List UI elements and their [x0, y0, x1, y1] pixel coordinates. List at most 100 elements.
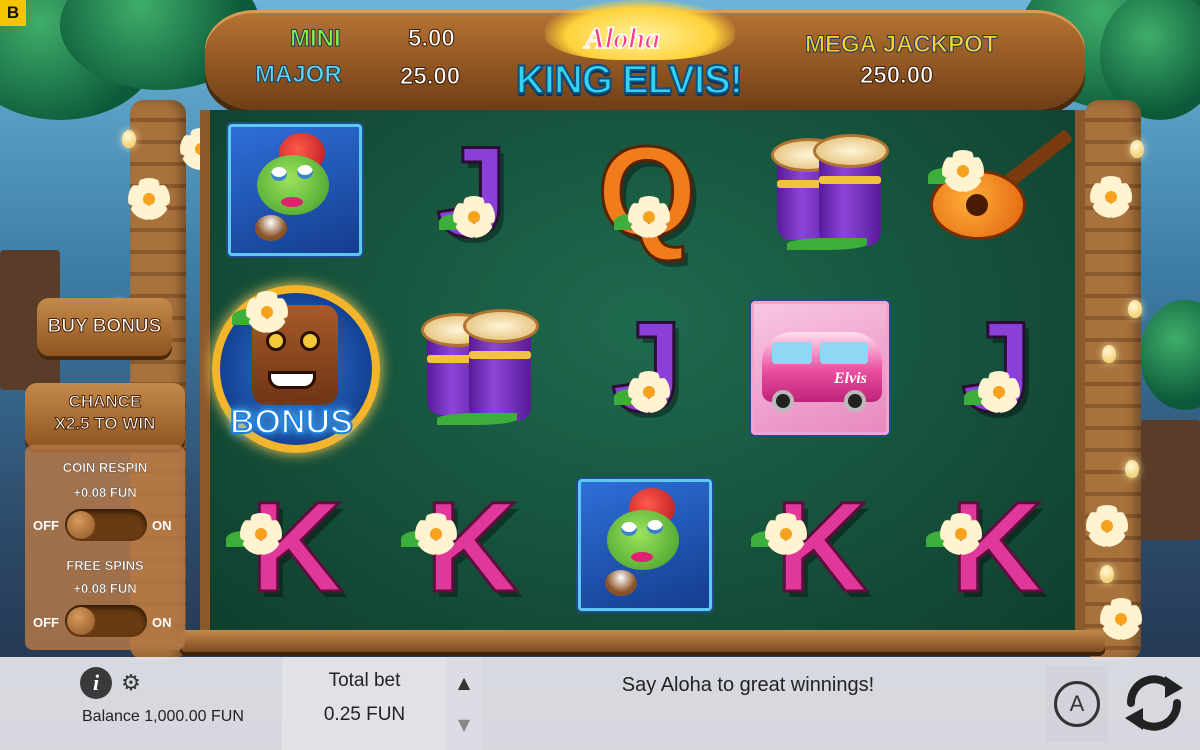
reel-symbol-guitar — [922, 120, 1074, 265]
light-bulb — [1125, 460, 1139, 478]
plumeria-icon — [765, 513, 807, 555]
chance-line-1: CHANCE — [68, 392, 142, 412]
mega-jackpot-label: MEGA JACKPOT — [804, 31, 998, 59]
bonus-label: BONUS — [229, 402, 354, 442]
plumeria-icon — [415, 513, 457, 555]
coin-respin-toggle[interactable] — [65, 509, 147, 541]
mega-jackpot-value: 250.00 — [859, 62, 934, 90]
arrow-up-icon[interactable]: ▲ — [450, 668, 478, 696]
tiki-mouth — [268, 371, 316, 389]
total-bet-value: 0.25 FUN — [323, 704, 406, 725]
tiki-eye — [300, 331, 320, 351]
frog-lip — [281, 197, 303, 207]
reel-symbol-drums — [397, 295, 547, 440]
leaf-decoration — [787, 238, 867, 250]
van-wheel — [844, 390, 866, 412]
chance-line-2: X2.5 TO WIN — [54, 414, 156, 434]
drum-head — [813, 134, 889, 168]
autoplay-icon: A — [1054, 681, 1100, 727]
plumeria-decoration — [1100, 598, 1142, 640]
reel-symbol-j: J — [922, 295, 1072, 440]
game-logo-aloha: Aloha — [584, 21, 661, 56]
plumeria-icon — [942, 150, 984, 192]
balance-text: Balance 1,000.00 FUN — [82, 708, 244, 725]
free-spins-off-label: OFF — [33, 615, 59, 630]
total-bet-label: Total bet — [328, 670, 401, 691]
arrow-down-icon[interactable]: ▼ — [450, 710, 478, 738]
chance-x2-5-sign: CHANCE X2.5 TO WIN — [25, 383, 185, 449]
plumeria-decoration — [1090, 176, 1132, 218]
plumeria-icon — [978, 371, 1020, 413]
coin-respin-on-label: ON — [152, 518, 172, 533]
van-card: Elvis — [751, 301, 889, 435]
drum-band — [469, 351, 531, 359]
free-spins-on-label: ON — [152, 615, 172, 630]
coconut-drink-icon — [605, 570, 637, 596]
major-jackpot-value: 25.00 — [399, 63, 461, 91]
reel-symbol-k: K — [222, 475, 372, 620]
mini-jackpot-label: MINI — [290, 25, 342, 53]
autoplay-button[interactable]: A — [1046, 666, 1108, 742]
frog-wild-card — [578, 479, 712, 611]
mini-jackpot-value: 5.00 — [408, 25, 456, 53]
toggle-knob — [67, 511, 95, 539]
free-spins-title: FREE SPINS — [66, 558, 144, 573]
brand-logo-badge: B — [0, 0, 26, 26]
light-bulb — [1128, 300, 1142, 318]
coin-respin-off-label: OFF — [33, 518, 59, 533]
coin-respin-price: +0.08 FUN — [73, 485, 137, 500]
drum-head — [463, 309, 539, 343]
reel-frame-bottom — [180, 630, 1105, 652]
reel-symbol-k: K — [922, 475, 1072, 620]
coconut-drink-icon — [255, 215, 287, 241]
plumeria-decoration — [1086, 505, 1128, 547]
van-label: Elvis — [834, 370, 867, 387]
frog-eye — [621, 522, 637, 536]
frog-eye — [271, 167, 287, 181]
plumeria-icon — [240, 513, 282, 555]
frog-lip — [631, 552, 653, 562]
reel-symbol-j: J — [397, 120, 547, 265]
hut-right — [1140, 420, 1200, 540]
van-window — [772, 342, 812, 364]
reel-symbol-k: K — [397, 475, 547, 620]
drum-band — [819, 176, 881, 184]
buy-bonus-button[interactable]: BUY BONUS — [37, 298, 172, 356]
van-window — [820, 342, 868, 364]
free-spins-price: +0.08 FUN — [73, 581, 137, 596]
coin-respin-title: COIN RESPIN — [62, 460, 148, 475]
leaf-decoration — [437, 413, 517, 425]
frog-wild-card — [228, 124, 362, 256]
plumeria-icon — [940, 513, 982, 555]
light-bulb — [1100, 565, 1114, 583]
bush-right — [1140, 300, 1200, 410]
plumeria-icon — [628, 371, 670, 413]
reel-symbol-j: J — [572, 295, 722, 440]
plumeria-icon — [628, 196, 670, 238]
bottom-bar — [0, 657, 1200, 750]
plumeria-decoration — [128, 178, 170, 220]
reel-symbol-q: Q — [572, 120, 722, 265]
reel-symbol-frog — [572, 475, 722, 620]
spin-icon — [1125, 675, 1183, 731]
gear-icon[interactable]: ⚙ — [119, 671, 143, 696]
light-bulb — [122, 130, 136, 148]
guitar-soundhole — [966, 194, 988, 216]
frog-eye — [647, 520, 663, 534]
free-spins-toggle[interactable] — [65, 605, 147, 637]
reel-symbol-van: Elvis — [747, 295, 897, 440]
toggle-knob — [67, 607, 95, 635]
reel-symbol-k: K — [747, 475, 897, 620]
spin-button[interactable] — [1112, 660, 1196, 746]
buy-bonus-label: BUY BONUS — [47, 316, 162, 338]
status-message: Say Aloha to great winnings! — [621, 674, 875, 696]
game-logo-king-elvis: KING ELVIS! — [515, 57, 744, 103]
plumeria-icon — [453, 196, 495, 238]
van-wheel — [772, 390, 794, 412]
major-jackpot-label: MAJOR — [255, 61, 343, 89]
reel-symbol-bonus: BONUS — [212, 285, 380, 470]
frog-eye — [297, 165, 313, 179]
light-bulb — [1130, 140, 1144, 158]
info-icon[interactable]: i — [80, 667, 112, 699]
light-bulb — [1102, 345, 1116, 363]
